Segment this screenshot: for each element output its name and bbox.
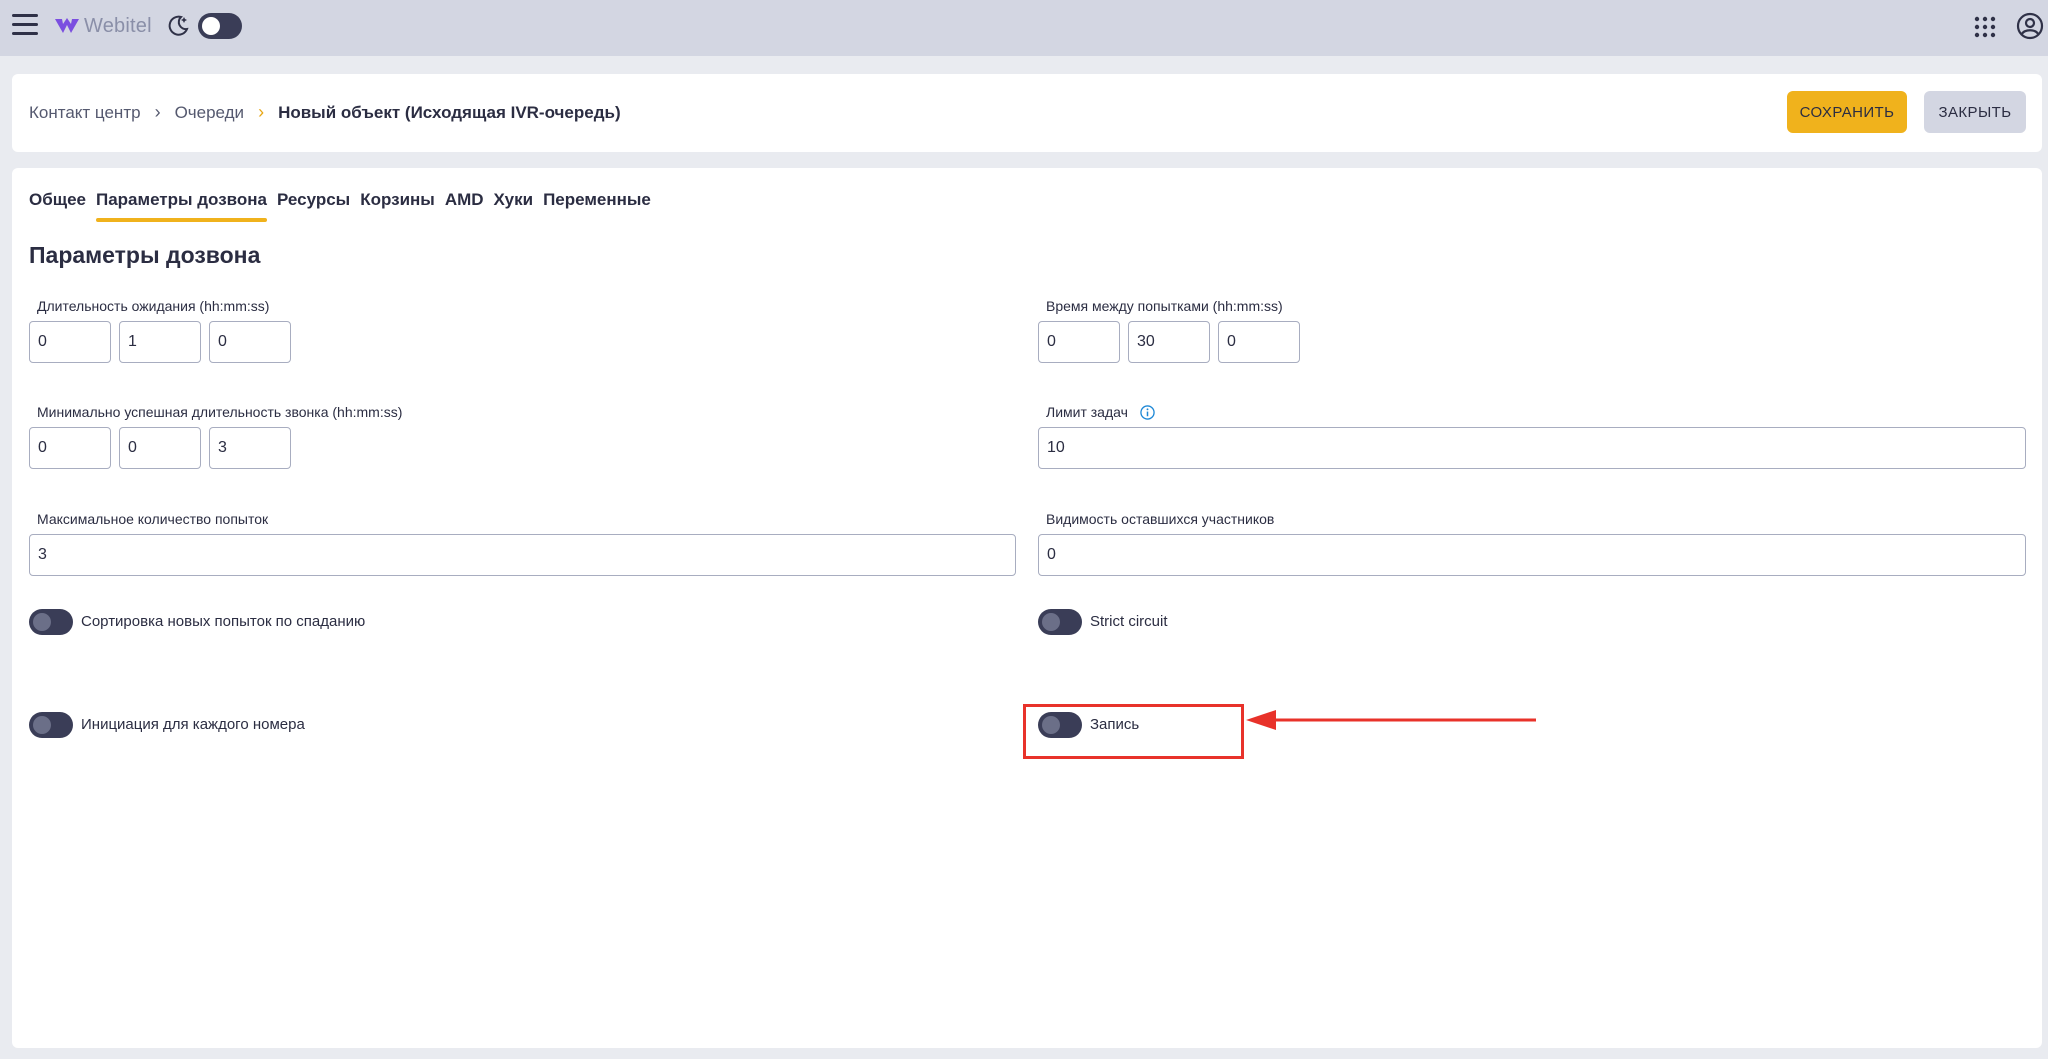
close-button[interactable]: ЗАКРЫТЬ <box>1924 91 2026 133</box>
breadcrumb-contact-center[interactable]: Контакт центр <box>29 103 141 123</box>
logo-icon <box>55 18 79 33</box>
min-success-hours-input[interactable] <box>29 427 111 469</box>
remaining-visibility-label: Видимость оставшихся участников <box>1046 511 1275 527</box>
tab-buckets[interactable]: Корзины <box>360 190 435 222</box>
retry-interval-hours-input[interactable] <box>1038 321 1120 363</box>
annotation-arrow-icon <box>1246 710 1536 730</box>
logo-text: Webitel <box>84 14 152 37</box>
tab-variables[interactable]: Переменные <box>543 190 651 222</box>
max-attempts-label: Максимальное количество попыток <box>37 511 269 527</box>
min-success-duration-label: Минимально успешная длительность звонка … <box>37 404 403 420</box>
section-title: Параметры дозвона <box>29 242 261 268</box>
wait-duration-label: Длительность ожидания (hh:mm:ss) <box>37 298 270 314</box>
wait-duration-seconds-input[interactable] <box>209 321 291 363</box>
menu-icon[interactable] <box>12 14 38 36</box>
tab-resources[interactable]: Ресурсы <box>277 190 350 222</box>
logo[interactable]: Webitel <box>54 13 152 39</box>
remaining-visibility-input[interactable] <box>1038 534 2026 576</box>
wait-duration-hours-input[interactable] <box>29 321 111 363</box>
max-attempts-input[interactable] <box>29 534 1016 576</box>
header-card: Контакт центр › Очереди › Новый объект (… <box>12 74 2042 152</box>
wait-duration-minutes-input[interactable] <box>119 321 201 363</box>
tab-general[interactable]: Общее <box>29 190 86 222</box>
apps-grid-icon[interactable] <box>1974 16 1996 38</box>
breadcrumb-current: Новый объект (Исходящая IVR-очередь) <box>278 102 621 122</box>
chevron-right-icon: › <box>154 102 161 122</box>
per-number-init-label: Инициация для каждого номера <box>81 716 305 733</box>
sort-desc-label: Сортировка новых попыток по спаданию <box>81 613 366 630</box>
tab-dial-params[interactable]: Параметры дозвона <box>95 190 268 222</box>
chevron-right-icon: › <box>258 102 265 122</box>
sort-desc-toggle[interactable] <box>29 609 73 635</box>
strict-circuit-label: Strict circuit <box>1090 613 1168 630</box>
save-button[interactable]: СОХРАНИТЬ <box>1787 91 1907 133</box>
moon-icon <box>168 15 189 36</box>
tab-hooks[interactable]: Хуки <box>494 190 534 222</box>
main-card: Общее Параметры дозвона Ресурсы Корзины … <box>12 168 2042 1048</box>
top-bar: Webitel <box>0 0 2048 56</box>
retry-interval-seconds-input[interactable] <box>1218 321 1300 363</box>
account-icon[interactable] <box>2016 12 2044 40</box>
theme-toggle[interactable] <box>198 13 242 39</box>
breadcrumb-queues[interactable]: Очереди <box>175 103 245 123</box>
retry-interval-minutes-input[interactable] <box>1128 321 1210 363</box>
min-success-seconds-input[interactable] <box>209 427 291 469</box>
min-success-minutes-input[interactable] <box>119 427 201 469</box>
annotation-highlight-box <box>1023 704 1244 759</box>
breadcrumb: Контакт центр › Очереди › Новый объект (… <box>29 102 621 123</box>
task-limit-input[interactable] <box>1038 427 2026 469</box>
tabs: Общее Параметры дозвона Ресурсы Корзины … <box>29 190 651 222</box>
strict-circuit-toggle[interactable] <box>1038 609 1082 635</box>
info-icon[interactable] <box>1140 405 1155 420</box>
task-limit-label: Лимит задач <box>1046 404 1128 420</box>
retry-interval-label: Время между попытками (hh:mm:ss) <box>1046 298 1283 314</box>
per-number-init-toggle[interactable] <box>29 712 73 738</box>
tab-amd[interactable]: AMD <box>445 190 484 222</box>
